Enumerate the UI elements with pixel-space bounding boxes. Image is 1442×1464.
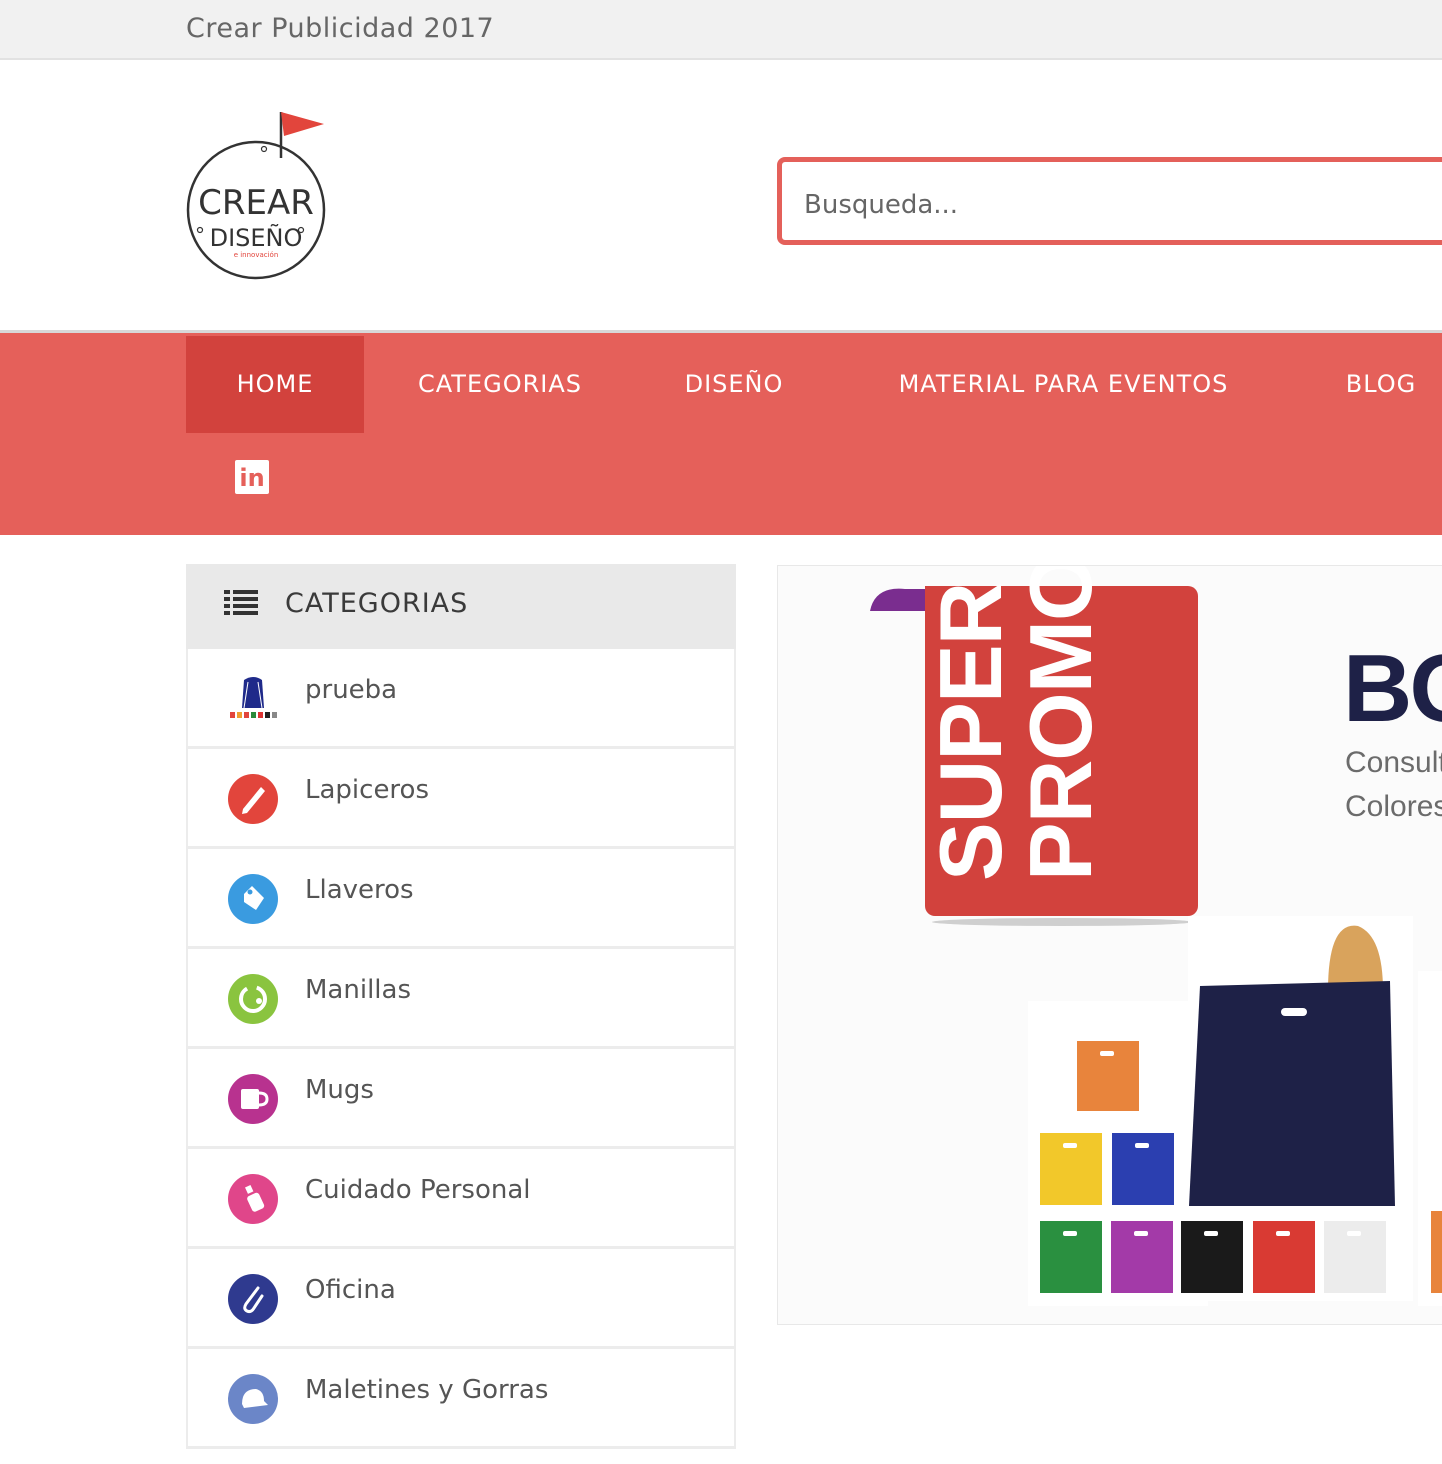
logo-text-innovacion: e innovación — [234, 251, 279, 259]
category-label: Cuidado Personal — [305, 1175, 531, 1205]
category-item-prueba[interactable]: prueba — [188, 649, 734, 749]
backpack-icon — [228, 674, 278, 724]
list-icon — [224, 590, 258, 620]
site-title: Crear Publicidad 2017 — [186, 13, 495, 44]
mug-icon — [228, 1074, 278, 1124]
logo[interactable]: CREAR DISEÑO e innovación — [184, 106, 330, 284]
category-item-lapiceros[interactable]: Lapiceros — [188, 749, 734, 849]
category-item-cuidado-personal[interactable]: Cuidado Personal — [188, 1149, 734, 1249]
category-label: Manillas — [305, 975, 411, 1005]
bags-image — [1028, 916, 1442, 1306]
super-promo-text: SUPER PROMO — [921, 565, 1110, 881]
category-label: Lapiceros — [305, 775, 430, 805]
top-bar: Crear Publicidad 2017 — [0, 0, 1442, 60]
nav-diseno[interactable]: DISEÑO — [668, 336, 800, 433]
promo-banner[interactable]: SUPER PROMO BO Consult Colores — [777, 565, 1442, 1325]
promo-line-super: SUPER — [921, 582, 1020, 881]
nav-categorias[interactable]: CATEGORIAS — [396, 336, 604, 433]
category-label: Mugs — [305, 1075, 374, 1105]
banner-line-2: Colores — [1345, 790, 1442, 823]
nav-blog[interactable]: BLOG — [1330, 336, 1432, 433]
category-label: Llaveros — [305, 875, 414, 905]
linkedin-icon[interactable]: in — [235, 460, 269, 494]
category-label: prueba — [305, 675, 398, 705]
category-label: Oficina — [305, 1275, 396, 1305]
category-list: prueba Lapiceros Llaveros Manillas Mugs … — [186, 649, 736, 1449]
nav-material-para-eventos[interactable]: MATERIAL PARA EVENTOS — [866, 336, 1261, 433]
banner-title: BO — [1343, 635, 1442, 742]
search-input[interactable] — [802, 184, 1406, 226]
search-box — [777, 157, 1442, 245]
nav-home[interactable]: HOME — [186, 336, 364, 433]
categories-sidebar: CATEGORIAS prueba Lapiceros Llaveros Man… — [186, 564, 736, 1464]
logo-text-crear: CREAR — [198, 183, 314, 223]
promo-line-promo: PROMO — [1011, 565, 1110, 881]
category-item-oficina[interactable]: Oficina — [188, 1249, 734, 1349]
categories-header[interactable]: CATEGORIAS — [186, 564, 736, 649]
cap-icon — [228, 1374, 278, 1424]
lotion-bottle-icon — [228, 1174, 278, 1224]
banner-line-1: Consult — [1345, 746, 1442, 779]
category-item-llaveros[interactable]: Llaveros — [188, 849, 734, 949]
category-item-mugs[interactable]: Mugs — [188, 1049, 734, 1149]
paperclip-icon — [228, 1274, 278, 1324]
categories-header-label: CATEGORIAS — [285, 588, 469, 619]
category-item-maletines-y-gorras[interactable]: Maletines y Gorras — [188, 1349, 734, 1449]
category-item-manillas[interactable]: Manillas — [188, 949, 734, 1049]
main-nav: HOME CATEGORIAS DISEÑO MATERIAL PARA EVE… — [0, 330, 1442, 535]
category-label: Maletines y Gorras — [305, 1375, 549, 1405]
bracelet-icon — [228, 974, 278, 1024]
logo-text-diseno: DISEÑO — [210, 222, 303, 252]
tag-icon — [228, 874, 278, 924]
pen-icon — [228, 774, 278, 824]
